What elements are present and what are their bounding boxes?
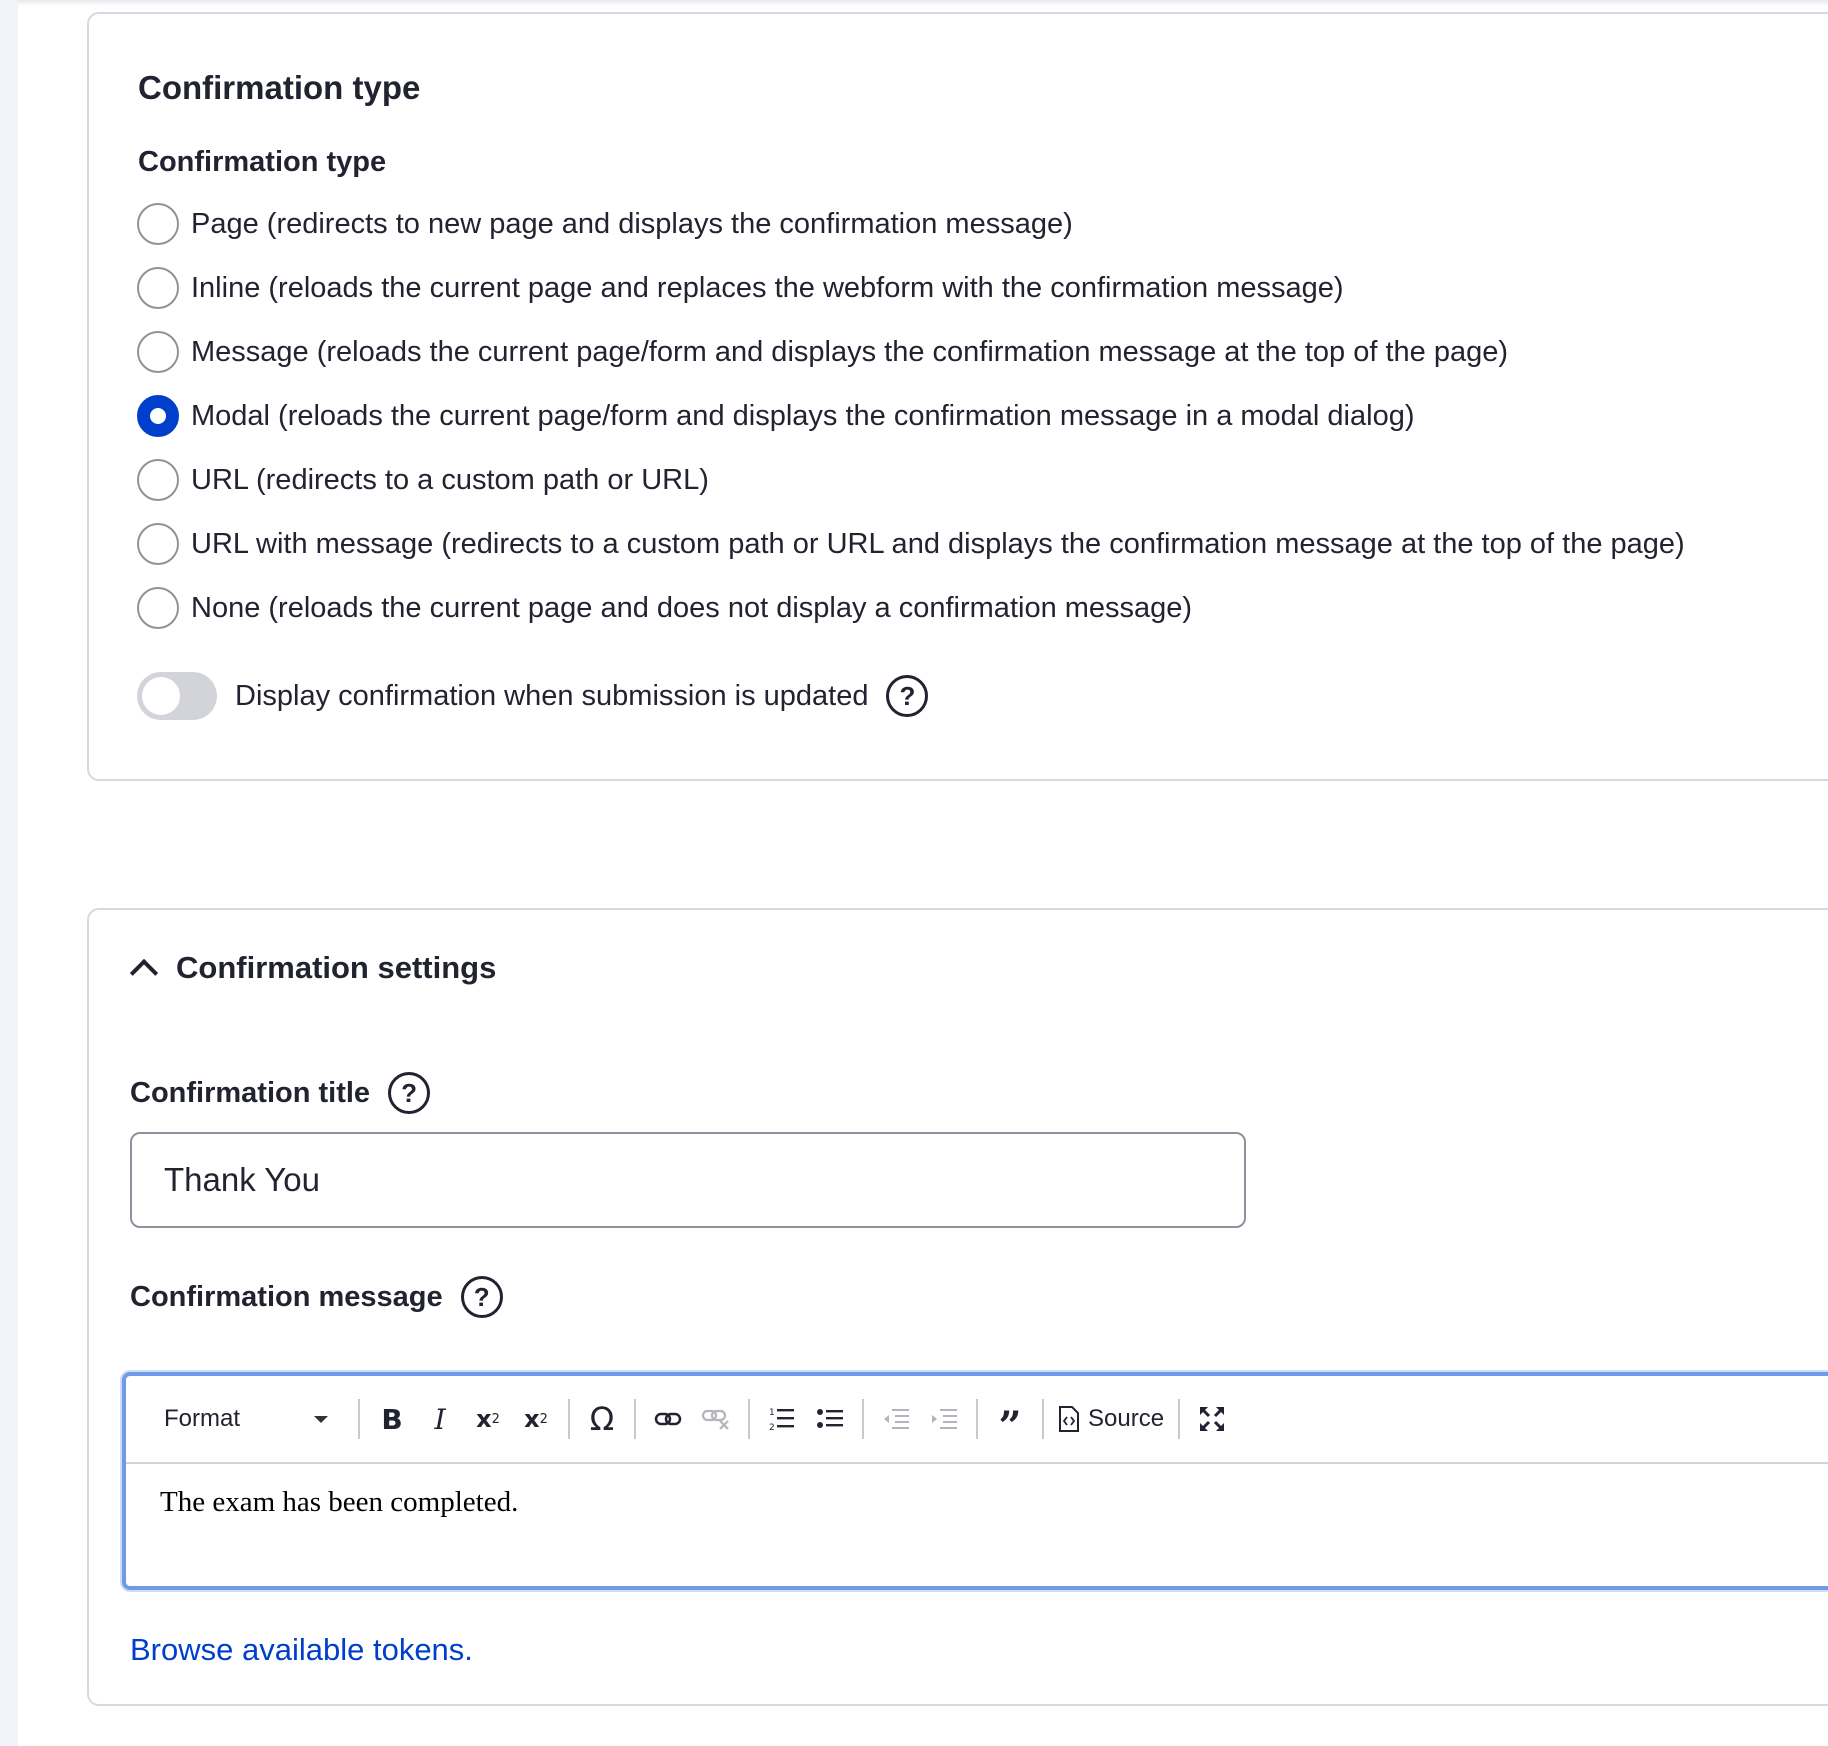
chevron-up-icon[interactable] xyxy=(129,958,159,988)
radio-button[interactable] xyxy=(137,523,179,565)
confirmation-type-fieldset: Confirmation type Confirmation type Page… xyxy=(87,12,1828,781)
radio-option-message[interactable]: Message (reloads the current page/form a… xyxy=(137,330,1508,374)
editor-content-area[interactable]: The exam has been completed. xyxy=(126,1464,1828,1519)
unlink-icon[interactable] xyxy=(692,1395,740,1443)
details-summary-title[interactable]: Confirmation settings xyxy=(176,950,496,986)
radio-button[interactable] xyxy=(137,331,179,373)
bulleted-list-icon[interactable] xyxy=(806,1395,854,1443)
format-dropdown[interactable]: Format xyxy=(164,1405,334,1433)
radio-option-page[interactable]: Page (redirects to new page and displays… xyxy=(137,202,1073,246)
radio-label[interactable]: None (reloads the current page and does … xyxy=(191,592,1192,625)
toolbar-separator xyxy=(748,1399,750,1439)
italic-icon[interactable]: I xyxy=(416,1395,464,1443)
toggle-label[interactable]: Display confirmation when submission is … xyxy=(235,680,868,713)
confirmation-message-label: Confirmation message ? xyxy=(130,1276,503,1318)
field-label-text: Confirmation title xyxy=(130,1076,371,1109)
field-label-text: Confirmation message xyxy=(130,1280,443,1313)
radio-option-none[interactable]: None (reloads the current page and does … xyxy=(137,586,1192,630)
radio-label[interactable]: URL (redirects to a custom path or URL) xyxy=(191,464,709,497)
maximize-icon[interactable] xyxy=(1188,1395,1236,1443)
radio-label[interactable]: URL with message (redirects to a custom … xyxy=(191,528,1685,561)
radio-button[interactable] xyxy=(137,587,179,629)
radio-option-url[interactable]: URL (redirects to a custom path or URL) xyxy=(137,458,709,502)
toggle-switch[interactable] xyxy=(137,672,217,720)
toolbar-separator xyxy=(568,1399,570,1439)
svg-text:1: 1 xyxy=(769,1408,775,1418)
confirmation-settings-details: Confirmation settings Confirmation title… xyxy=(87,908,1828,1706)
radio-label[interactable]: Message (reloads the current page/form a… xyxy=(191,336,1508,369)
bold-icon[interactable]: B xyxy=(368,1395,416,1443)
rich-text-editor: Format B I x2 x2 Ω 12 ” Source The exam … xyxy=(122,1372,1828,1590)
update-confirmation-toggle-row: Display confirmation when submission is … xyxy=(137,672,929,720)
indent-icon[interactable] xyxy=(920,1395,968,1443)
fieldset-legend: Confirmation type xyxy=(138,69,421,106)
caret-down-icon[interactable] xyxy=(314,1415,328,1423)
radio-option-modal[interactable]: Modal (reloads the current page/form and… xyxy=(137,394,1414,438)
numbered-list-icon[interactable]: 12 xyxy=(758,1395,806,1443)
link-icon[interactable] xyxy=(644,1395,692,1443)
format-dropdown-label[interactable]: Format xyxy=(164,1405,240,1433)
source-code-icon xyxy=(1059,1406,1079,1432)
source-button-label[interactable]: Source xyxy=(1088,1405,1164,1433)
radio-label[interactable]: Modal (reloads the current page/form and… xyxy=(191,400,1414,433)
source-button[interactable]: Source xyxy=(1058,1405,1164,1433)
radio-button[interactable] xyxy=(137,459,179,501)
special-character-icon[interactable]: Ω xyxy=(578,1395,626,1443)
radio-label[interactable]: Inline (reloads the current page and rep… xyxy=(191,272,1344,305)
toolbar-separator xyxy=(634,1399,636,1439)
confirmation-title-label: Confirmation title ? xyxy=(130,1072,431,1114)
radio-group-label: Confirmation type xyxy=(138,146,387,178)
subscript-icon[interactable]: x2 xyxy=(464,1395,512,1443)
editor-toolbar: Format B I x2 x2 Ω 12 ” Source xyxy=(126,1376,1828,1464)
toolbar-separator xyxy=(358,1399,360,1439)
radio-option-url-message[interactable]: URL with message (redirects to a custom … xyxy=(137,522,1685,566)
toolbar-separator xyxy=(1178,1399,1181,1439)
browse-tokens-link[interactable]: Browse available tokens. xyxy=(130,1632,473,1668)
radio-button[interactable] xyxy=(137,203,179,245)
help-icon[interactable]: ? xyxy=(886,675,929,717)
help-icon[interactable]: ? xyxy=(388,1072,431,1114)
radio-label[interactable]: Page (redirects to new page and displays… xyxy=(191,208,1073,241)
superscript-icon[interactable]: x2 xyxy=(512,1395,560,1443)
radio-button-checked[interactable] xyxy=(137,395,179,437)
outdent-icon[interactable] xyxy=(872,1395,920,1443)
page: Confirmation type Confirmation type Page… xyxy=(18,0,1828,1746)
toolbar-separator xyxy=(1042,1399,1044,1439)
blockquote-icon[interactable]: ” xyxy=(986,1395,1034,1450)
radio-button[interactable] xyxy=(137,267,179,309)
confirmation-title-input[interactable] xyxy=(130,1132,1246,1228)
radio-option-inline[interactable]: Inline (reloads the current page and rep… xyxy=(137,266,1344,310)
svg-text:2: 2 xyxy=(769,1423,775,1432)
toolbar-separator xyxy=(976,1399,978,1439)
toolbar-separator xyxy=(862,1399,864,1439)
help-icon[interactable]: ? xyxy=(460,1276,503,1318)
details-summary[interactable]: Confirmation settings xyxy=(126,950,496,988)
